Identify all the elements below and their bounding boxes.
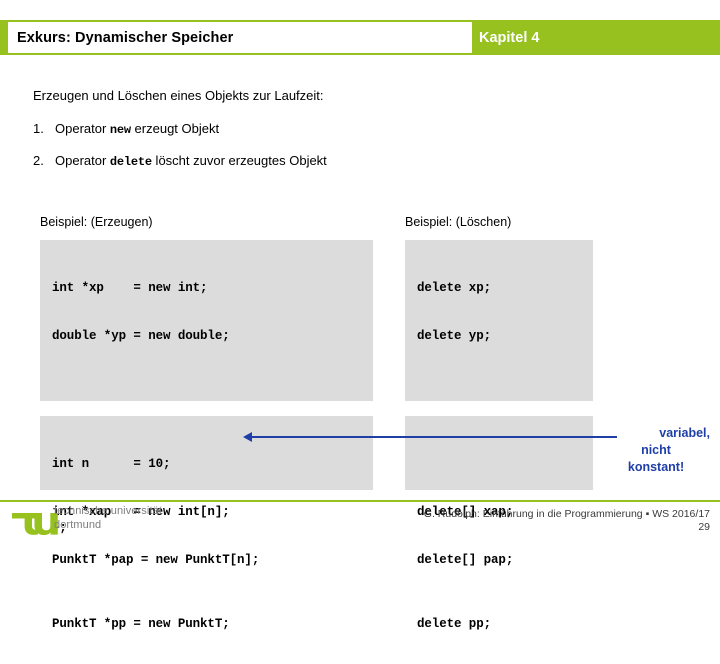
list-item: 1. Operator new erzeugt Objekt [33, 121, 219, 137]
page-title: Exkurs: Dynamischer Speicher [17, 29, 234, 46]
list-item-text-before: Operator [55, 153, 110, 168]
code-line: delete[] pap; [417, 553, 514, 567]
annotation-arrow-line [250, 436, 617, 438]
keyword-new: new [109, 123, 131, 137]
code-line: delete pp; [417, 617, 492, 631]
annotation-line-3: konstant! [627, 460, 685, 474]
list-item-text-before: Operator [55, 121, 110, 136]
code-line: double *yp = new double; [52, 329, 230, 343]
page-number: 29 [698, 521, 710, 533]
list-item-number: 1. [33, 121, 44, 136]
code-line: int n = 10; [52, 457, 171, 471]
intro-text: Erzeugen und Löschen eines Objekts zur L… [33, 88, 324, 103]
code-block-create-array: int n = 10; int *xap = new int[n]; Punkt… [40, 416, 373, 567]
arrow-left-icon [243, 432, 252, 442]
code-line: PunktT *pap = new PunktT[n]; [52, 553, 260, 567]
annotation-line-1: variabel, [659, 426, 710, 440]
code-block-create-main: int *xp = new int; double *yp = new doub… [40, 240, 373, 631]
chapter-label: Kapitel 4 [479, 29, 540, 46]
keyword-delete: delete [109, 155, 152, 169]
footer-citation: G. Rudolph: Einführung in die Programmie… [423, 508, 710, 520]
code-line: delete yp; [417, 329, 492, 343]
logo-line-2: dortmund [54, 518, 102, 531]
list-item-text-after: löscht zuvor erzeugtes Objekt [151, 153, 327, 168]
footer-divider [0, 500, 720, 502]
list-item-text-after: erzeugt Objekt [130, 121, 220, 136]
annotation-text: variabel, nicht konstant! [600, 425, 712, 476]
code-block-delete-main: delete xp; delete yp; delete pp; [405, 240, 593, 631]
list-item: 2. Operator delete löscht zuvor erzeugtes… [33, 153, 327, 169]
code-block-delete-array: delete[] xap; delete[] pap; [405, 416, 593, 567]
code-line: PunktT *pp = new PunktT; [52, 617, 230, 631]
code-line: delete xp; [417, 281, 492, 295]
logo-wordmark: technische universität dortmund [54, 505, 162, 532]
header-title-box: Exkurs: Dynamischer Speicher [8, 22, 472, 53]
slide-root: Exkurs: Dynamischer Speicher Kapitel 4 E… [0, 0, 720, 631]
caption-loeschen: Beispiel: (Löschen) [405, 215, 512, 229]
annotation-line-2: nicht [641, 443, 671, 457]
logo-line-1: technische universität [54, 505, 162, 517]
caption-erzeugen: Beispiel: (Erzeugen) [40, 215, 153, 229]
list-item-number: 2. [33, 153, 44, 168]
code-line: int *xp = new int; [52, 281, 208, 295]
